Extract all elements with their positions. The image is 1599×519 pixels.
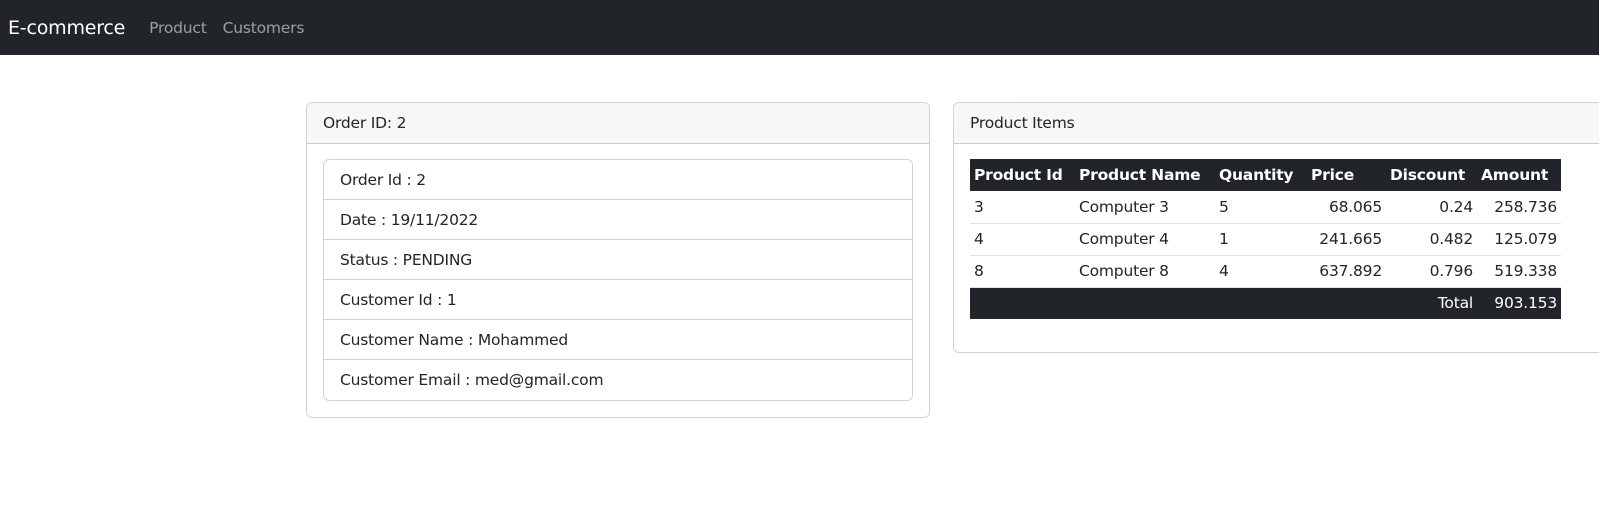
col-header-discount: Discount <box>1390 166 1466 184</box>
order-status-item: Status : PENDING <box>324 240 912 280</box>
cell-amount: 519.338 <box>1494 262 1557 280</box>
product-items-card: Product Items Product Id Product Name Qu… <box>953 102 1599 353</box>
table-header-row: Product Id Product Name Quantity Price D… <box>970 159 1561 191</box>
cell-discount: 0.482 <box>1429 230 1474 248</box>
product-items-header: Product Items <box>954 103 1599 144</box>
table-row: 8 Computer 8 4 637.892 0.796 519.338 <box>970 255 1561 287</box>
cell-amount: 258.736 <box>1494 197 1557 216</box>
cell-discount: 0.796 <box>1429 262 1474 280</box>
cell-quantity: 1 <box>1219 230 1229 248</box>
col-header-quantity: Quantity <box>1219 166 1294 184</box>
cell-product-name: Computer 4 <box>1079 230 1169 248</box>
cell-product-id: 4 <box>974 230 984 248</box>
total-value: 903.153 <box>1494 294 1557 313</box>
customer-id-item: Customer Id : 1 <box>324 280 912 320</box>
table-total-row: Total 903.153 <box>970 287 1561 319</box>
product-items-table: Product Id Product Name Quantity Price D… <box>970 159 1561 319</box>
order-card-header: Order ID: 2 <box>307 103 929 144</box>
cell-discount: 0.24 <box>1439 197 1473 216</box>
cell-product-id: 8 <box>974 262 984 280</box>
cell-price: 241.665 <box>1319 230 1382 248</box>
order-id-item: Order Id : 2 <box>324 160 912 200</box>
nav-link-customers[interactable]: Customers <box>223 19 305 37</box>
top-navbar: E-commerce Product Customers <box>0 0 1599 55</box>
col-header-product-id: Product Id <box>974 166 1063 184</box>
customer-email-item: Customer Email : med@gmail.com <box>340 371 604 389</box>
cell-amount: 125.079 <box>1494 230 1557 248</box>
cell-price: 637.892 <box>1319 262 1382 280</box>
col-header-product-name: Product Name <box>1079 166 1201 184</box>
order-details-list: Order Id : 2 Date : 19/11/2022 Status : … <box>323 159 913 401</box>
order-date-item: Date : 19/11/2022 <box>324 200 912 240</box>
total-label: Total <box>1437 294 1473 313</box>
brand-link[interactable]: E-commerce <box>8 17 125 39</box>
order-details-card: Order ID: 2 Order Id : 2 Date : 19/11/20… <box>306 102 930 418</box>
cell-product-name: Computer 8 <box>1079 262 1169 280</box>
nav-link-product[interactable]: Product <box>149 19 207 37</box>
table-row: 4 Computer 4 1 241.665 0.482 125.079 <box>970 223 1561 255</box>
cell-quantity: 5 <box>1219 197 1229 216</box>
table-row: 3 Computer 3 5 68.065 0.24 258.736 <box>970 191 1561 223</box>
cell-price: 68.065 <box>1328 197 1382 216</box>
col-header-price: Price <box>1311 166 1355 184</box>
cell-product-id: 3 <box>974 197 984 216</box>
col-header-amount: Amount <box>1481 166 1549 184</box>
cell-quantity: 4 <box>1219 262 1229 280</box>
cell-product-name: Computer 3 <box>1079 197 1169 216</box>
customer-name-item: Customer Name : Mohammed <box>324 320 912 360</box>
